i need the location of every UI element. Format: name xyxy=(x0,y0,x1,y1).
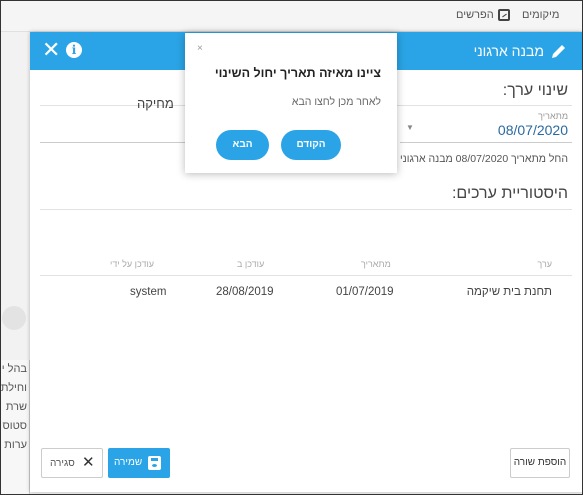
divider xyxy=(40,209,572,210)
top-navigation-bar: מיקומים הפרשים xyxy=(0,0,583,32)
document-icon xyxy=(497,9,510,21)
side-list-item: סטוס xyxy=(2,420,27,432)
chevron-down-icon[interactable]: ▼ xyxy=(406,123,414,132)
close-icon[interactable]: ✕ xyxy=(42,39,60,61)
close-icon[interactable]: × xyxy=(197,43,203,54)
tooltip-body: לאחר מכן לחצו הבא xyxy=(291,96,381,108)
structure-select[interactable]: מחיקה xyxy=(137,96,174,111)
table-cell-updated-at: 28/08/2019 xyxy=(216,286,274,298)
tooltip-title: ציינו מאיזה תאריך יחול השינוי xyxy=(214,66,381,80)
tab-locations-label: מיקומים xyxy=(522,9,560,21)
side-list-item: שרת xyxy=(5,401,27,413)
from-date-underline xyxy=(400,142,572,143)
next-button[interactable]: הבא xyxy=(216,130,269,160)
side-list-item: וחילת xyxy=(0,382,27,394)
close-button-label: סגירה xyxy=(50,458,75,469)
onboarding-tooltip: × ציינו מאיזה תאריך יחול השינוי לאחר מכן… xyxy=(185,33,397,173)
tab-locations[interactable]: מיקומים xyxy=(522,9,559,21)
from-date-field[interactable]: 08/07/2020 xyxy=(498,122,568,138)
from-date-label: מתאריך xyxy=(538,111,568,121)
column-header-value: ערך xyxy=(537,259,552,269)
table-header-divider xyxy=(40,275,572,276)
table-cell-value: תחנת בית שיקמה xyxy=(466,286,552,298)
info-icon[interactable]: i xyxy=(66,42,82,58)
change-value-heading: שינוי ערך: xyxy=(502,82,568,99)
tab-differences[interactable]: הפרשים xyxy=(456,9,510,21)
close-icon: ✕ xyxy=(82,454,95,471)
history-heading: היסטוריית ערכים: xyxy=(451,185,568,202)
close-button[interactable]: סגירה ✕ xyxy=(41,448,103,478)
side-avatar xyxy=(2,306,26,330)
table-cell-from-date: 01/07/2019 xyxy=(336,286,394,298)
column-header-from-date: מתאריך xyxy=(361,259,391,269)
table-cell-updated-by: system xyxy=(130,286,167,298)
pencil-icon xyxy=(552,45,565,58)
floppy-disk-icon xyxy=(148,456,161,470)
side-list-item: ערות xyxy=(4,439,27,451)
side-list-item: בהל י xyxy=(1,363,27,375)
previous-button[interactable]: הקודם xyxy=(281,130,341,160)
tab-differences-label: הפרשים xyxy=(456,9,494,21)
save-button-label: שמירה xyxy=(114,457,143,468)
dialog-title: מבנה ארגוני xyxy=(473,43,544,59)
add-row-button[interactable]: הוספת שורה xyxy=(510,448,570,478)
column-header-updated-at: עודכן ב xyxy=(237,259,265,269)
column-header-updated-by: עודכן על ידי xyxy=(110,259,155,269)
save-button[interactable]: שמירה xyxy=(108,448,170,478)
background-side-list: בהל י וחילת שרת סטוס ערות xyxy=(0,360,30,495)
